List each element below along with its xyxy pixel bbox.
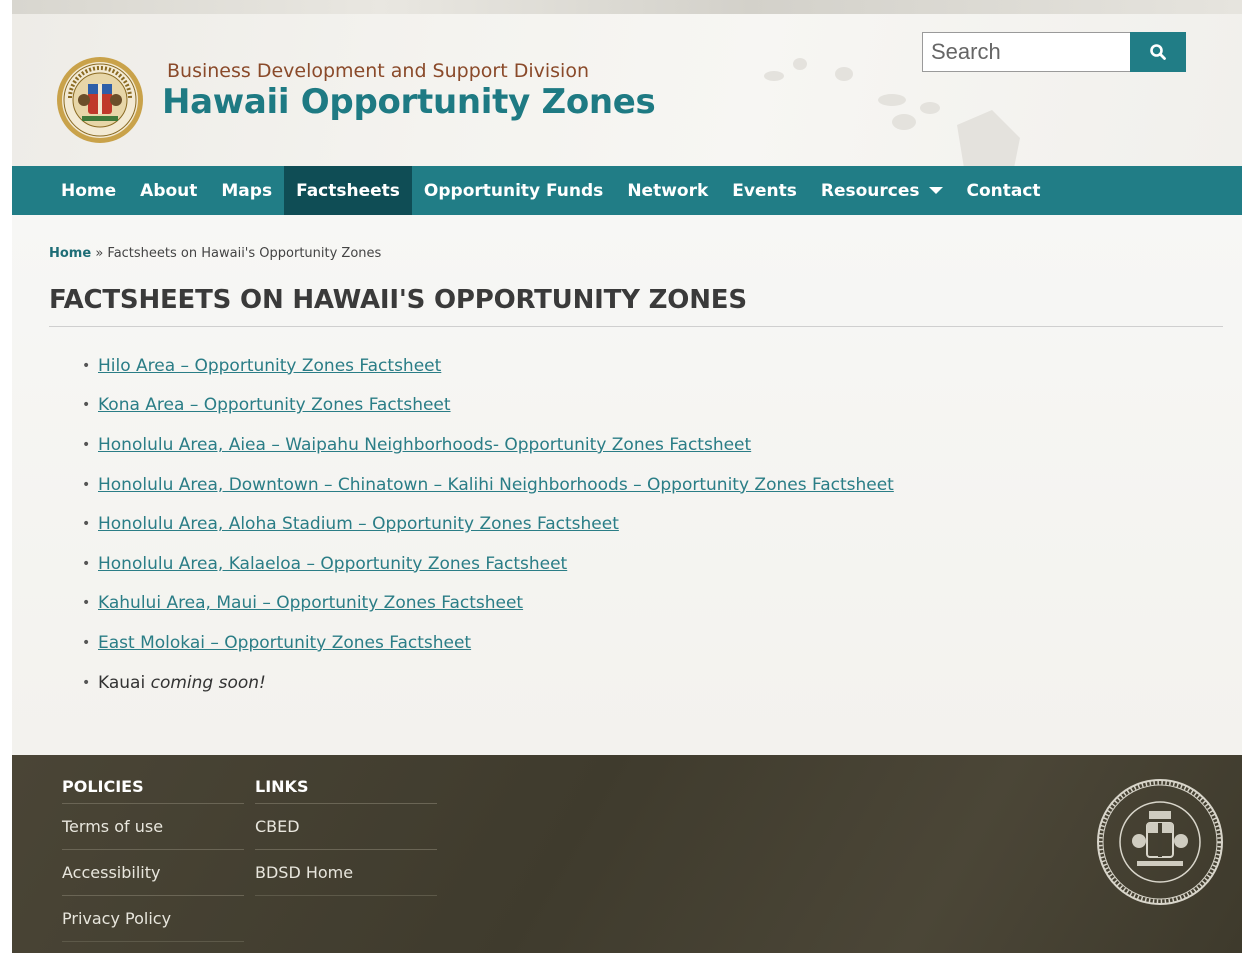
bullet-icon: •	[82, 397, 91, 414]
nav-label: Home	[61, 180, 117, 201]
factsheet-link[interactable]: Kahului Area, Maui – Opportunity Zones F…	[98, 593, 523, 613]
page-title: FACTSHEETS ON HAWAII'S OPPORTUNITY ZONES	[49, 285, 747, 315]
breadcrumb-separator: »	[91, 246, 108, 261]
factsheet-link[interactable]: Honolulu Area, Kalaeloa – Opportunity Zo…	[98, 554, 567, 574]
nav-item-resources[interactable]: Resources	[809, 166, 955, 215]
list-item: • Honolulu Area, Kalaeloa – Opportunity Z…	[82, 544, 894, 584]
nav-label: Network	[627, 180, 709, 201]
nav-item-contact[interactable]: Contact	[955, 166, 1053, 215]
nav-label: Resources	[820, 180, 920, 201]
title-divider	[49, 326, 1223, 327]
factsheet-link[interactable]: Honolulu Area, Aiea – Waipahu Neighborho…	[98, 435, 751, 455]
nav-label: Contact	[966, 180, 1041, 201]
main-nav: Home About Maps Factsheets Opportunity F…	[12, 166, 1242, 215]
factsheet-link[interactable]: East Molokai – Opportunity Zones Factshe…	[98, 633, 471, 653]
search-form	[922, 32, 1187, 72]
nav-label: Opportunity Funds	[423, 180, 604, 201]
factsheet-link[interactable]: Kona Area – Opportunity Zones Factsheet	[98, 395, 451, 415]
list-item: • Honolulu Area, Aloha Stadium – Opportun…	[82, 504, 894, 544]
search-icon	[1150, 44, 1166, 60]
footer-link-accessibility[interactable]: Accessibility	[62, 850, 244, 896]
state-seal-icon	[1097, 779, 1223, 905]
search-input[interactable]	[922, 32, 1130, 72]
page: Business Development and Support Divisio…	[12, 0, 1242, 953]
breadcrumb: Home » Factsheets on Hawaii's Opportunit…	[49, 246, 381, 261]
site-title[interactable]: Hawaii Opportunity Zones	[162, 82, 656, 122]
footer-link-privacy[interactable]: Privacy Policy	[62, 896, 244, 942]
caret-down-icon	[928, 187, 943, 194]
footer-policies-heading: POLICIES	[62, 777, 244, 804]
list-item: • Honolulu Area, Aiea – Waipahu Neighborh…	[82, 425, 894, 465]
list-item: • Hilo Area – Opportunity Zones Factsheet	[82, 346, 894, 386]
nav-label: Factsheets	[296, 180, 400, 201]
nav-label: Maps	[221, 180, 273, 201]
factsheet-link[interactable]: Honolulu Area, Aloha Stadium – Opportuni…	[98, 514, 619, 534]
nav-item-factsheets[interactable]: Factsheets	[284, 166, 412, 215]
site-header: Business Development and Support Divisio…	[12, 14, 1242, 166]
footer-policies: POLICIES Terms of use Accessibility Priv…	[62, 777, 244, 942]
bullet-icon: •	[82, 516, 91, 533]
nav-item-events[interactable]: Events	[720, 166, 809, 215]
main-content: Home » Factsheets on Hawaii's Opportunit…	[12, 215, 1242, 755]
nav-item-maps[interactable]: Maps	[209, 166, 284, 215]
bullet-icon: •	[82, 436, 91, 453]
search-button[interactable]	[1130, 32, 1186, 72]
nav-item-home[interactable]: Home	[49, 166, 128, 215]
breadcrumb-home-link[interactable]: Home	[49, 246, 91, 261]
coming-soon-name: Kauai	[98, 672, 146, 693]
state-seal-icon	[57, 57, 143, 143]
factsheet-link[interactable]: Hilo Area – Opportunity Zones Factsheet	[98, 356, 441, 376]
division-name: Business Development and Support Divisio…	[167, 60, 589, 82]
coming-soon-note: coming soon!	[150, 672, 266, 693]
site-footer: POLICIES Terms of use Accessibility Priv…	[12, 755, 1242, 953]
list-item: • Kauai coming soon!	[82, 663, 894, 703]
footer-link-bdsd-home[interactable]: BDSD Home	[255, 850, 437, 896]
footer-link-cbed[interactable]: CBED	[255, 804, 437, 850]
list-item: • East Molokai – Opportunity Zones Factsh…	[82, 623, 894, 663]
list-item: • Kahului Area, Maui – Opportunity Zones …	[82, 584, 894, 624]
list-item: • Honolulu Area, Downtown – Chinatown – K…	[82, 465, 894, 505]
footer-links-heading: LINKS	[255, 777, 437, 804]
bullet-icon: •	[82, 555, 91, 572]
footer-link-terms[interactable]: Terms of use	[62, 804, 244, 850]
nav-item-network[interactable]: Network	[615, 166, 720, 215]
factsheet-list: • Hilo Area – Opportunity Zones Factsheet…	[82, 346, 894, 702]
nav-label: About	[140, 180, 198, 201]
nav-label: Events	[732, 180, 797, 201]
bullet-icon: •	[82, 595, 91, 612]
footer-links: LINKS CBED BDSD Home	[255, 777, 437, 896]
bullet-icon: •	[82, 476, 91, 493]
nav-item-opportunity-funds[interactable]: Opportunity Funds	[412, 166, 615, 215]
breadcrumb-current: Factsheets on Hawaii's Opportunity Zones	[107, 246, 382, 261]
list-item: • Kona Area – Opportunity Zones Factsheet	[82, 386, 894, 426]
bullet-icon: •	[82, 674, 91, 691]
bullet-icon: •	[82, 634, 91, 651]
factsheet-link[interactable]: Honolulu Area, Downtown – Chinatown – Ka…	[98, 475, 894, 495]
nav-item-about[interactable]: About	[128, 166, 209, 215]
bullet-icon: •	[82, 357, 91, 374]
